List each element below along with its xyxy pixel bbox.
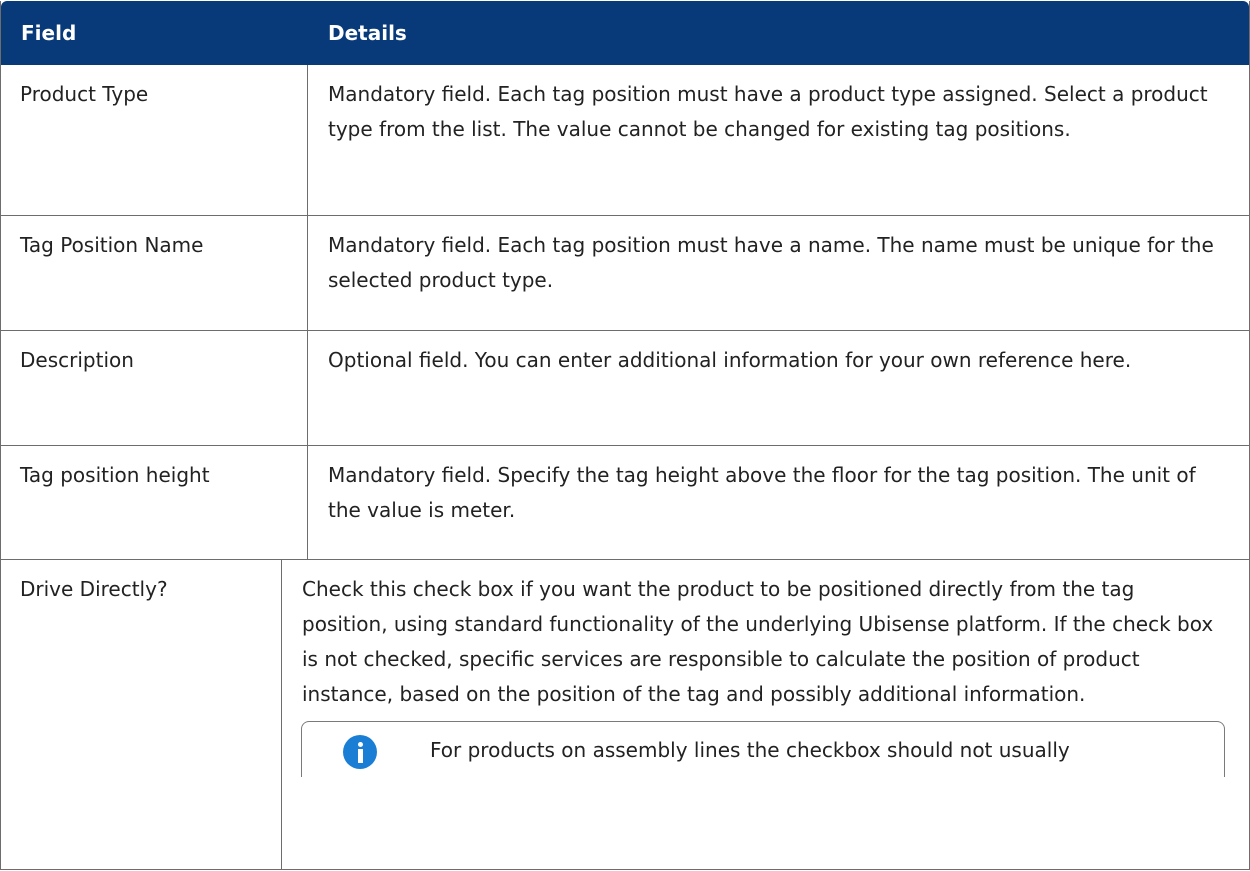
field-name: Description <box>1 331 308 445</box>
field-details: Optional field. You can enter additional… <box>328 348 1132 372</box>
header-details: Details <box>328 21 407 45</box>
header-field: Field <box>21 21 77 45</box>
field-details: Check this check box if you want the pro… <box>302 577 1214 706</box>
field-details: Mandatory field. Each tag position must … <box>328 82 1208 141</box>
table-row: Description Optional field. You can ente… <box>1 330 1249 445</box>
field-name: Product Type <box>1 65 308 215</box>
info-icon <box>343 735 377 769</box>
info-note: For products on assembly lines the check… <box>301 721 1225 777</box>
field-name: Tag position height <box>1 446 308 559</box>
note-text: For products on assembly lines the check… <box>430 738 1070 762</box>
field-details: Mandatory field. Each tag position must … <box>328 233 1214 292</box>
field-name: Drive Directly? <box>1 560 282 869</box>
table-row: Tag position height Mandatory field. Spe… <box>1 445 1249 559</box>
field-details: Mandatory field. Specify the tag height … <box>328 463 1196 522</box>
field-name: Tag Position Name <box>1 216 308 330</box>
table-row: Drive Directly? Check this check box if … <box>1 559 1249 869</box>
field-details-cell: Check this check box if you want the pro… <box>282 560 1249 869</box>
field-details-table: Field Details Product Type Mandatory fie… <box>0 1 1250 870</box>
table-row: Product Type Mandatory field. Each tag p… <box>1 65 1249 215</box>
table-row: Tag Position Name Mandatory field. Each … <box>1 215 1249 330</box>
table-header: Field Details <box>1 1 1249 65</box>
